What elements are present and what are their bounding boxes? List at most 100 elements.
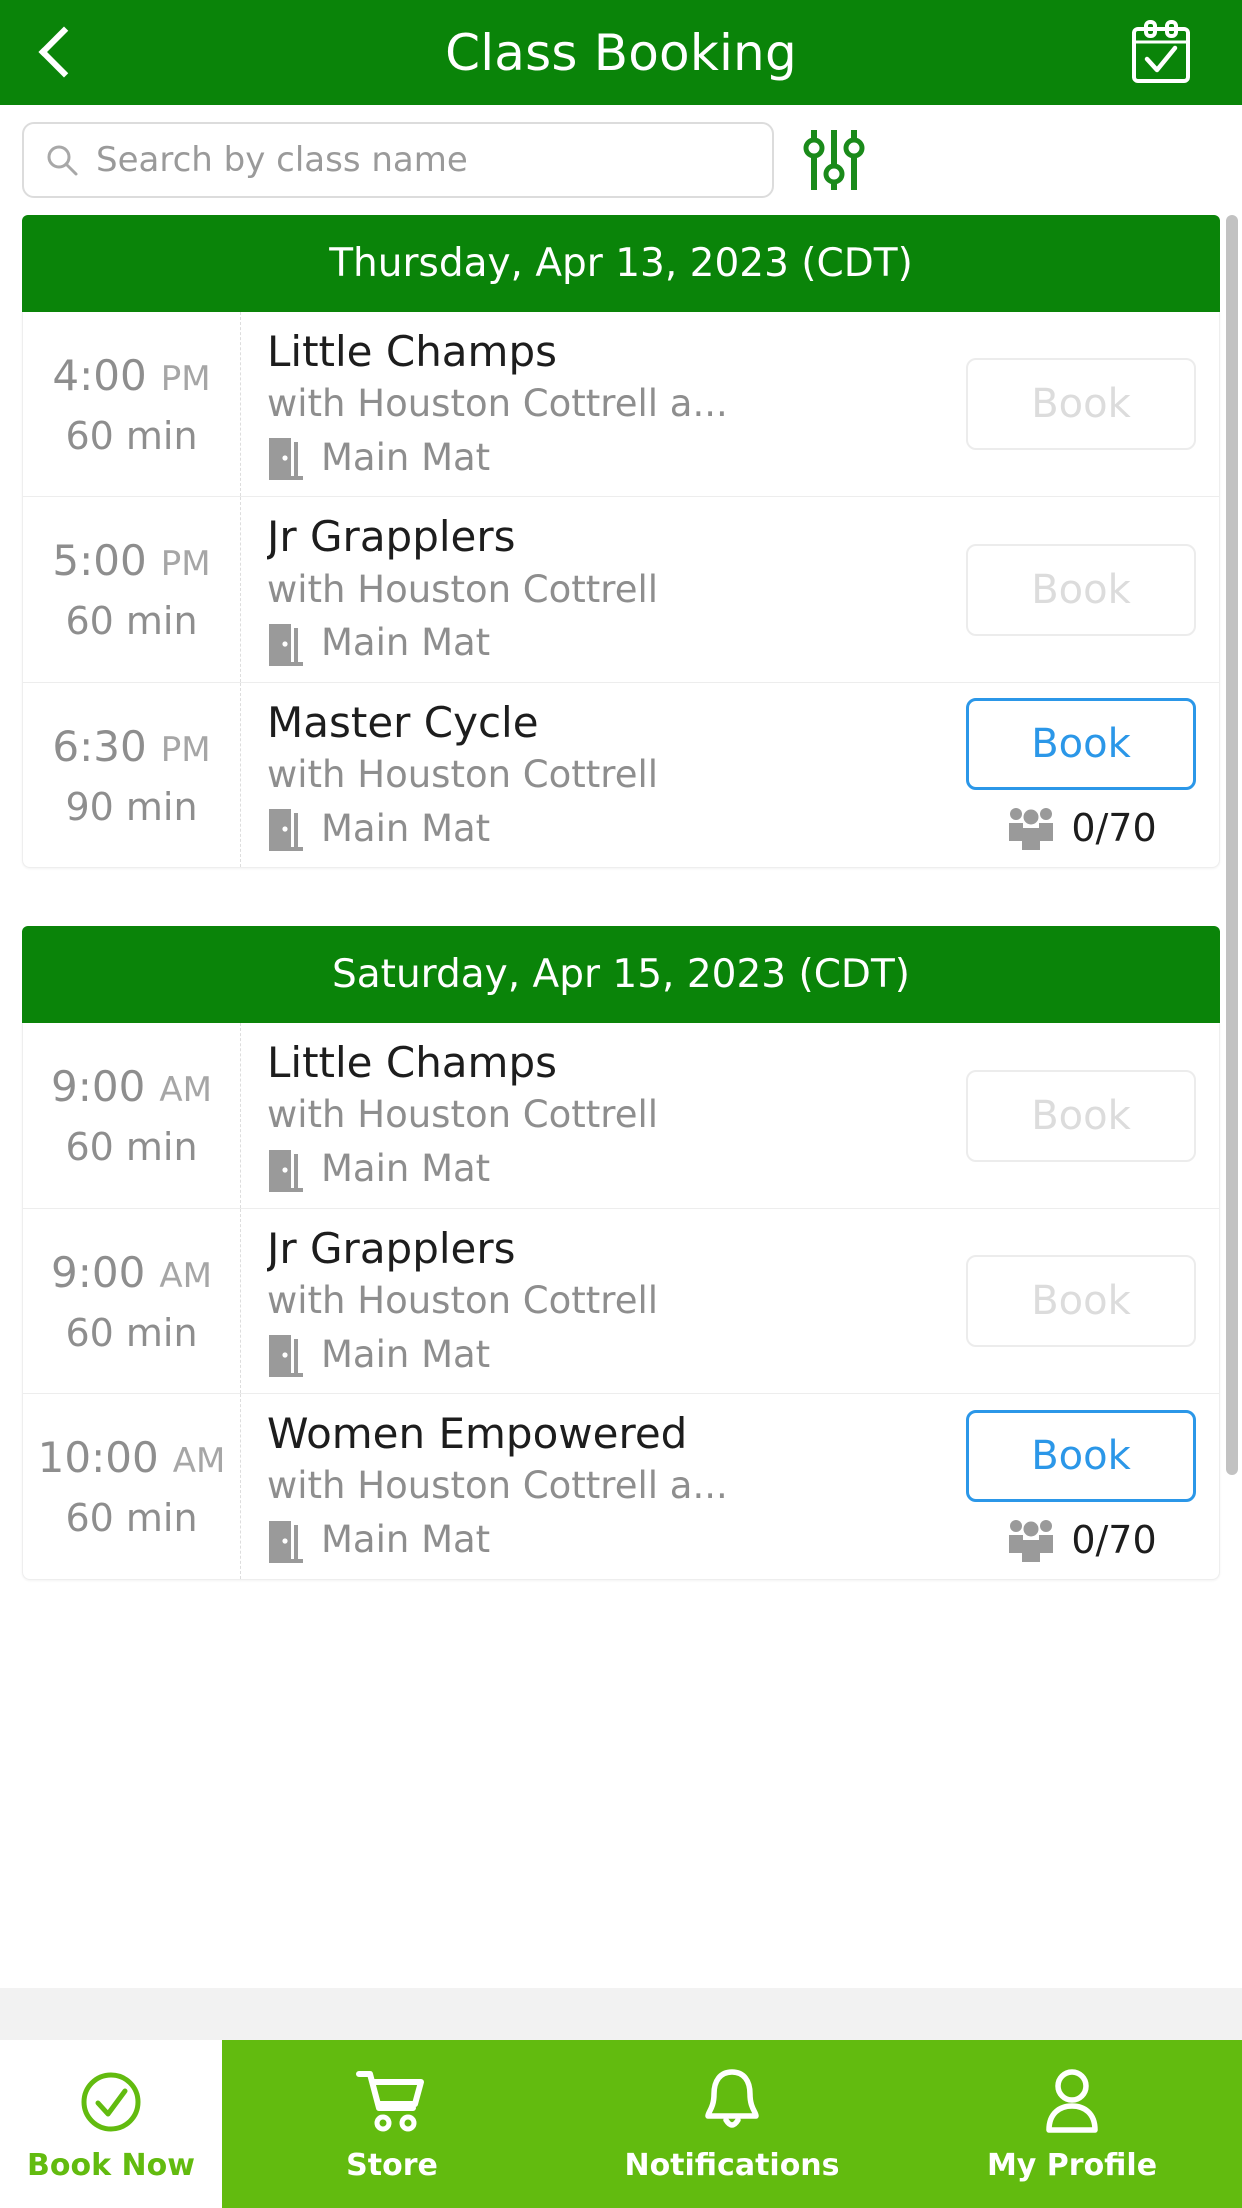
people-group-icon (1009, 1519, 1054, 1562)
book-button[interactable]: Book (966, 1409, 1196, 1502)
search-field-container[interactable] (22, 122, 774, 198)
nav-item-label: Store (346, 2147, 438, 2183)
door-room-icon (269, 1149, 303, 1192)
class-duration: 60 min (65, 413, 198, 458)
class-room: Main Mat (267, 1517, 951, 1563)
filter-button[interactable] (774, 115, 894, 205)
check-circle-icon (81, 2072, 141, 2131)
calendar-check-button[interactable] (1128, 18, 1194, 88)
class-time-column: 9:00 AM 60 min (23, 1023, 241, 1208)
calendar-check-icon (1132, 19, 1190, 83)
class-info-column: Little Champs with Houston Cottrell a... M… (241, 312, 961, 496)
search-bar-row (0, 105, 1242, 215)
class-time-value: 5:00 (52, 536, 147, 586)
class-row[interactable]: 6:30 PM 90 min Master Cycle with Houston Cot… (23, 682, 1219, 868)
class-info-column: Jr Grapplers with Houston Cottrell Main Ma… (241, 497, 961, 681)
bottom-spacer (0, 1988, 1242, 2040)
search-icon (42, 140, 82, 180)
book-button[interactable]: Book (966, 358, 1196, 451)
user-icon-wrapper (1042, 2066, 1102, 2134)
class-list-scroll-area[interactable]: Thursday, Apr 13, 2023 (CDT) 4:00 PM 60 min… (0, 215, 1242, 1988)
class-list: 9:00 AM 60 min Little Champs with Houston Co… (22, 1023, 1220, 1580)
bottom-navigation: Book Now Store Notifications My Profile (0, 2040, 1242, 2208)
class-time-meridiem: PM (160, 729, 211, 770)
class-action-column: Book (961, 1209, 1219, 1393)
book-button[interactable]: Book (966, 1069, 1196, 1162)
nav-item-book-now[interactable]: Book Now (0, 2040, 222, 2208)
class-time-column: 10:00 AM 60 min (23, 1394, 241, 1579)
class-room: Main Mat (267, 1146, 951, 1192)
class-row[interactable]: 9:00 AM 60 min Jr Grapplers with Houston Cot… (23, 1208, 1219, 1395)
day-header: Saturday, Apr 15, 2023 (CDT) (22, 926, 1220, 1024)
day-group: Saturday, Apr 15, 2023 (CDT) 9:00 AM 60 min… (22, 926, 1220, 1580)
class-room-label: Main Mat (321, 1332, 491, 1376)
vertical-scrollbar[interactable] (1226, 215, 1238, 1475)
shopping-cart-icon-wrapper (356, 2066, 428, 2134)
chevron-left-icon (38, 24, 72, 82)
class-capacity: 0/70 (1005, 1516, 1157, 1564)
class-capacity-text: 0/70 (1071, 1517, 1157, 1562)
class-booking-screen: Class Booking Search by class name Thurs… (0, 0, 1242, 2208)
class-name: Little Champs (267, 328, 558, 376)
class-time-meridiem: PM (160, 358, 211, 399)
class-name: Women Empowered (267, 1410, 688, 1458)
book-button[interactable]: Book (966, 698, 1196, 791)
class-time: 9:00 AM (51, 1062, 212, 1111)
class-instructor: with Houston Cottrell a... (267, 383, 728, 425)
class-name: Master Cycle (267, 698, 539, 746)
class-name: Jr Grapplers (267, 513, 516, 561)
class-time: 4:00 PM (52, 351, 210, 400)
shopping-cart-icon (356, 2070, 424, 2131)
class-instructor: with Houston Cottrell (267, 753, 659, 796)
nav-item-store[interactable]: Store (222, 2040, 562, 2208)
class-duration: 60 min (65, 1125, 198, 1170)
nav-item-label: My Profile (986, 2147, 1158, 2183)
class-instructor: with Houston Cottrell (267, 568, 659, 610)
class-time: 10:00 AM (38, 1433, 226, 1482)
nav-item-notifications[interactable]: Notifications (562, 2040, 902, 2208)
class-capacity: 0/70 (1005, 804, 1157, 852)
book-button[interactable]: Book (966, 543, 1196, 636)
back-button[interactable] (0, 0, 110, 105)
class-time-meridiem: PM (160, 544, 211, 585)
app-header: Class Booking (0, 0, 1242, 105)
nav-item-my-profile[interactable]: My Profile (902, 2040, 1242, 2208)
class-name: Jr Grapplers (267, 1224, 516, 1272)
class-room-label: Main Mat (321, 621, 491, 665)
bell-icon (705, 2068, 759, 2128)
class-list: 4:00 PM 60 min Little Champs with Houston Co… (22, 312, 1220, 869)
people-group-icon (1009, 808, 1054, 851)
class-time: 5:00 PM (52, 536, 210, 585)
class-time-column: 6:30 PM 90 min (23, 682, 241, 868)
class-row[interactable]: 5:00 PM 60 min Jr Grapplers with Houston Cot… (23, 497, 1219, 683)
class-duration: 60 min (65, 599, 198, 644)
door-room-icon (269, 623, 303, 666)
class-action-column: Book (961, 1023, 1219, 1207)
class-row[interactable]: 4:00 PM 60 min Little Champs with Houston Co… (23, 312, 1219, 498)
sliders-filter-icon (803, 130, 865, 190)
search-input[interactable] (96, 140, 754, 180)
class-time: 6:30 PM (52, 722, 210, 771)
class-instructor: with Houston Cottrell a... (267, 1465, 728, 1507)
page-title: Class Booking (445, 23, 797, 82)
class-time: 9:00 AM (51, 1248, 212, 1297)
class-room-label: Main Mat (321, 435, 491, 479)
class-info-column: Little Champs with Houston Cottrell Main M… (241, 1023, 961, 1207)
class-room: Main Mat (267, 805, 951, 852)
class-time-meridiem: AM (159, 1070, 212, 1111)
class-instructor: with Houston Cottrell (267, 1279, 659, 1322)
day-group: Thursday, Apr 13, 2023 (CDT) 4:00 PM 60 min… (22, 215, 1220, 869)
class-action-column: Book 0/70 (961, 683, 1219, 867)
class-row[interactable]: 10:00 AM 60 min Women Empowered with Houston… (23, 1394, 1219, 1579)
class-row[interactable]: 9:00 AM 60 min Little Champs with Houston Co… (23, 1023, 1219, 1209)
class-time-meridiem: AM (172, 1441, 226, 1482)
book-button[interactable]: Book (966, 1255, 1196, 1348)
class-duration: 60 min (65, 1310, 198, 1355)
class-room: Main Mat (267, 620, 951, 666)
class-room: Main Mat (267, 434, 951, 481)
nav-item-label: Notifications (624, 2147, 840, 2183)
check-circle-icon-wrapper (79, 2066, 143, 2134)
class-instructor: with Houston Cottrell (267, 1094, 659, 1136)
class-action-column: Book (961, 312, 1219, 496)
door-room-icon (269, 438, 303, 481)
